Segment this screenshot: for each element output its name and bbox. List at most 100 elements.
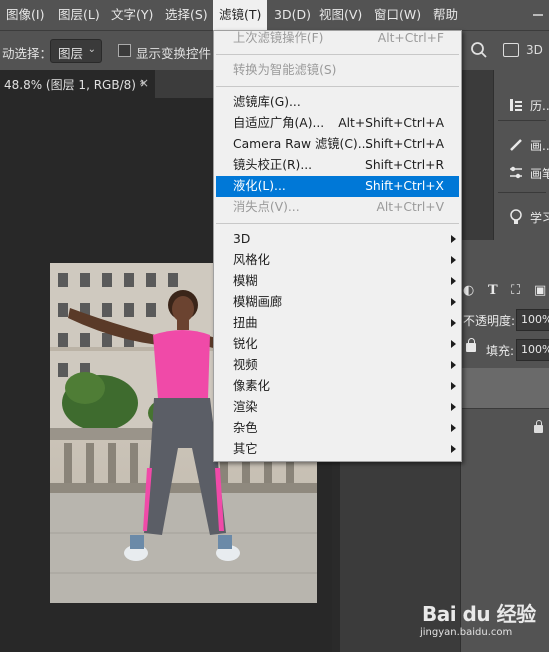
menu-item-shortcut: Shift+Ctrl+X: [365, 179, 444, 193]
menu-item-blur[interactable]: 模糊: [214, 271, 461, 292]
menu-item-label: 镜头校正(R)...: [233, 158, 313, 172]
menu-item-label: 渲染: [233, 400, 258, 414]
brush-icon: [510, 139, 522, 151]
menu-item-last-filter[interactable]: 上次滤镜操作(F) Alt+Ctrl+F: [214, 28, 461, 49]
menu-item-label: 消失点(V)...: [233, 200, 300, 214]
submenu-arrow-icon: [451, 361, 456, 369]
menu-item-filter-gallery[interactable]: 滤镜库(G)...: [214, 92, 461, 113]
show-transform-label: 显示变换控件: [136, 46, 212, 61]
menu-item-label: Camera Raw 滤镜(C)...: [233, 137, 370, 151]
menu-item-label: 模糊: [233, 274, 258, 288]
menu-item-label: 其它: [233, 442, 258, 456]
submenu-arrow-icon: [451, 298, 456, 306]
chevron-down-icon: ⌄: [87, 44, 96, 55]
watermark-url: jingyan.baidu.com: [420, 627, 513, 638]
watermark: Bai du 经验 jingyan.baidu.com: [418, 596, 548, 646]
opacity-field[interactable]: 100%: [516, 309, 549, 331]
menu-item-shortcut: Alt+Ctrl+V: [376, 200, 444, 214]
adjustment-icon[interactable]: ◐: [463, 283, 474, 298]
background-lock-icon: [534, 420, 543, 433]
auto-select-dropdown[interactable]: 图层 ⌄: [50, 39, 102, 63]
brush-panel-label: 画...: [530, 139, 549, 153]
history-panel-button[interactable]: 历...: [494, 90, 549, 120]
submenu-arrow-icon: [451, 256, 456, 264]
menu-filter[interactable]: 滤镜(T): [213, 0, 268, 30]
menu-item-label: 锐化: [233, 337, 258, 351]
menu-item-liquify[interactable]: 液化(L)... Shift+Ctrl+X: [216, 176, 459, 197]
menu-item-render[interactable]: 渲染: [214, 397, 461, 418]
menu-item-label: 模糊画廊: [233, 295, 283, 309]
layer-row-selected[interactable]: [461, 368, 549, 408]
menu-item-shortcut: Shift+Ctrl+A: [365, 137, 444, 151]
menu-item-label: 3D: [233, 232, 251, 246]
menu-item-pixelate[interactable]: 像素化: [214, 376, 461, 397]
menu-select[interactable]: 选择(S): [159, 0, 214, 30]
auto-select-value: 图层: [58, 46, 84, 61]
menu-view[interactable]: 视图(V): [313, 0, 368, 30]
menu-item-label: 转换为智能滤镜(S): [233, 63, 337, 77]
menu-item-adaptive-wide-angle[interactable]: 自适应广角(A)... Alt+Shift+Ctrl+A: [214, 113, 461, 134]
lock-icon[interactable]: [466, 338, 476, 352]
menu-item-distort[interactable]: 扭曲: [214, 313, 461, 334]
menu-item-shortcut: Shift+Ctrl+R: [365, 158, 444, 172]
menu-item-label: 滤镜库(G)...: [233, 95, 301, 109]
menu-item-blur-gallery[interactable]: 模糊画廊: [214, 292, 461, 313]
divider: [498, 192, 546, 193]
submenu-arrow-icon: [451, 403, 456, 411]
type-icon[interactable]: T: [488, 283, 498, 298]
submenu-arrow-icon: [451, 424, 456, 432]
menu-item-other[interactable]: 其它: [214, 439, 461, 460]
menu-layer[interactable]: 图层(L): [52, 0, 106, 30]
shape-icon[interactable]: ⛶: [511, 283, 520, 298]
menu-image[interactable]: 图像(I): [0, 0, 50, 30]
fill-label: 填充:: [486, 344, 515, 358]
menu-type[interactable]: 文字(Y): [105, 0, 159, 30]
menu-item-convert-smart-filter[interactable]: 转换为智能滤镜(S): [214, 60, 461, 81]
submenu-arrow-icon: [451, 382, 456, 390]
menu-item-video[interactable]: 视频: [214, 355, 461, 376]
menu-window[interactable]: 窗口(W): [368, 0, 427, 30]
menu-separator: [216, 54, 459, 55]
lightbulb-icon: [510, 209, 522, 224]
mode-3d-label[interactable]: 3D: [526, 43, 543, 57]
auto-select-label: 动选择：: [2, 46, 53, 61]
menu-item-label: 上次滤镜操作(F): [233, 31, 324, 45]
fill-field[interactable]: 100%: [516, 339, 549, 361]
show-transform-checkbox[interactable]: [118, 44, 131, 57]
menu-item-camera-raw[interactable]: Camera Raw 滤镜(C)... Shift+Ctrl+A: [214, 134, 461, 155]
menu-help[interactable]: 帮助: [427, 0, 464, 30]
history-panel-label: 历...: [530, 99, 549, 113]
learn-panel-button[interactable]: 学习: [494, 202, 549, 232]
document-tab[interactable]: 48.8% (图层 1, RGB/8) * ×: [0, 70, 155, 98]
submenu-arrow-icon: [451, 340, 456, 348]
close-icon[interactable]: ×: [139, 76, 149, 90]
workspace-icon[interactable]: [503, 43, 519, 57]
learn-panel-label: 学习: [530, 211, 549, 225]
menu-item-label: 风格化: [233, 253, 270, 267]
search-icon[interactable]: [470, 41, 488, 59]
submenu-arrow-icon: [451, 445, 456, 453]
layer-filter-icons: ◐ T ⛶ ▣: [461, 280, 549, 302]
minimize-icon[interactable]: [527, 7, 549, 23]
menu-bar: 图像(I) 图层(L) 文字(Y) 选择(S) 滤镜(T) 3D(D) 视图(V…: [0, 0, 549, 30]
opacity-label: 不透明度:: [463, 314, 516, 328]
menu-item-shortcut: Alt+Ctrl+F: [377, 31, 444, 45]
smart-object-icon[interactable]: ▣: [534, 283, 546, 298]
menu-item-sharpen[interactable]: 锐化: [214, 334, 461, 355]
menu-item-label: 液化(L)...: [233, 179, 286, 193]
menu-separator: [216, 86, 459, 87]
document-tab-title: 48.8% (图层 1, RGB/8) *: [4, 78, 146, 92]
menu-item-label: 扭曲: [233, 316, 258, 330]
menu-item-lens-correction[interactable]: 镜头校正(R)... Shift+Ctrl+R: [214, 155, 461, 176]
menu-item-label: 自适应广角(A)...: [233, 116, 325, 130]
submenu-arrow-icon: [451, 235, 456, 243]
menu-item-shortcut: Alt+Shift+Ctrl+A: [338, 116, 444, 130]
menu-item-stylize[interactable]: 风格化: [214, 250, 461, 271]
submenu-arrow-icon: [451, 277, 456, 285]
menu-item-noise[interactable]: 杂色: [214, 418, 461, 439]
brush-panel-button[interactable]: 画...: [494, 130, 549, 160]
menu-3d[interactable]: 3D(D): [268, 0, 317, 30]
brush-settings-panel-button[interactable]: 画笔: [494, 158, 549, 188]
menu-item-vanishing-point[interactable]: 消失点(V)... Alt+Ctrl+V: [214, 197, 461, 218]
menu-item-3d[interactable]: 3D: [214, 229, 461, 250]
